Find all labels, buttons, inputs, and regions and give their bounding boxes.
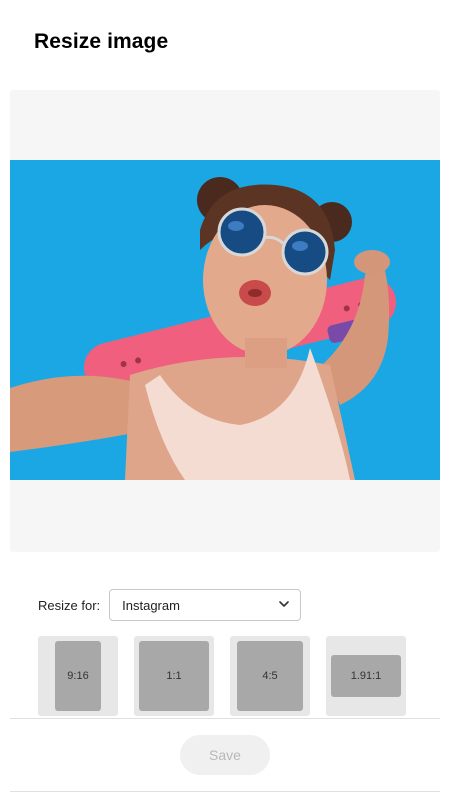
ratio-option-1-91-1[interactable]: 1.91:1 <box>326 636 406 716</box>
resize-image-screen: Resize image Resize for: Instagram 9:16 … <box>0 0 450 800</box>
ratio-option-9-16[interactable]: 9:16 <box>38 636 118 716</box>
resize-for-dropdown[interactable]: Instagram <box>109 589 302 621</box>
photo-illustration <box>10 160 440 480</box>
aspect-ratio-options: 9:16 1:1 4:5 1.91:1 <box>38 636 406 716</box>
ratio-option-1-1[interactable]: 1:1 <box>134 636 214 716</box>
ratio-option-4-5[interactable]: 4:5 <box>230 636 310 716</box>
divider <box>10 718 440 719</box>
save-button[interactable]: Save <box>180 735 270 775</box>
ratio-label: 4:5 <box>237 641 303 711</box>
resize-for-row: Resize for: Instagram <box>38 589 302 621</box>
resize-for-label: Resize for: <box>38 597 101 613</box>
ratio-label: 1.91:1 <box>331 655 401 697</box>
chevron-down-icon <box>278 598 290 613</box>
ratio-label: 9:16 <box>55 641 101 711</box>
divider <box>10 791 440 792</box>
ratio-label: 1:1 <box>139 641 209 711</box>
page-title: Resize image <box>34 30 169 53</box>
image-preview <box>10 160 440 480</box>
dropdown-selected-value: Instagram <box>122 597 180 613</box>
